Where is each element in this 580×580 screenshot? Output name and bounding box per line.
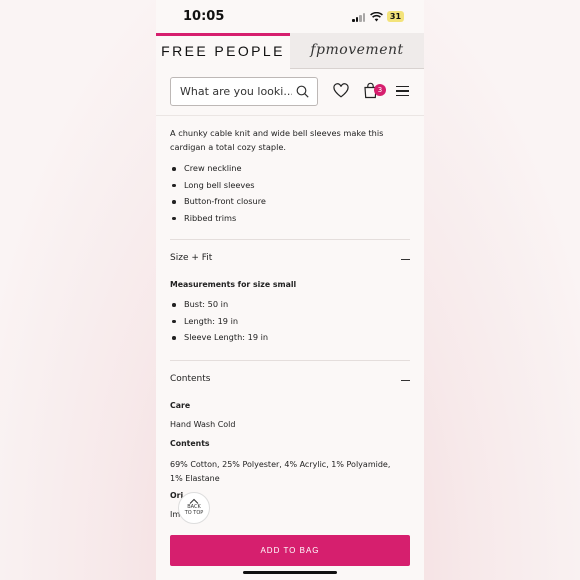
wifi-icon — [370, 12, 383, 22]
status-time: 10:05 — [183, 9, 225, 24]
add-to-bag-button[interactable]: ADD TO BAG — [170, 535, 410, 566]
contents-value: 69% Cotton, 25% Polyester, 4% Acrylic, 1… — [170, 460, 391, 483]
list-item: Crew neckline — [170, 160, 266, 177]
size-fit-title: Size + Fit — [170, 253, 213, 263]
contents-header[interactable]: Contents — [170, 374, 410, 388]
brand-tabs: FREE PEOPLE fpmovement — [156, 33, 424, 69]
feature-list: Crew neckline Long bell sleeves Button-f… — [170, 160, 266, 226]
tab-free-people[interactable]: FREE PEOPLE — [156, 33, 290, 68]
contents-label: Contents — [170, 439, 210, 448]
heart-icon[interactable] — [333, 83, 349, 98]
tab-fp-movement[interactable]: fpmovement — [290, 33, 424, 69]
cart-count-badge: 3 — [374, 84, 386, 96]
list-item: Bust: 50 in — [170, 296, 268, 313]
list-item: Length: 19 in — [170, 313, 268, 330]
list-item: Button-front closure — [170, 193, 266, 210]
status-bar: 10:05 31 — [156, 0, 424, 33]
divider — [170, 239, 410, 240]
battery-icon: 31 — [387, 11, 404, 22]
care-label: Care — [170, 401, 191, 410]
search-icon[interactable] — [296, 85, 309, 98]
list-item: Long bell sleeves — [170, 177, 266, 194]
collapse-icon[interactable] — [401, 380, 410, 382]
back-to-top-label: TO TOP — [184, 510, 204, 516]
care-value: Hand Wash Cold — [170, 420, 236, 429]
search-input[interactable] — [180, 83, 292, 100]
header-toolbar: 3 — [156, 69, 424, 116]
measurements-title: Measurements for size small — [170, 280, 297, 289]
hamburger-menu-icon[interactable] — [396, 86, 409, 97]
search-box[interactable] — [170, 77, 318, 106]
collapse-icon[interactable] — [401, 259, 410, 261]
list-item: Sleeve Length: 19 in — [170, 329, 268, 346]
size-fit-header[interactable]: Size + Fit — [170, 253, 410, 267]
product-description: A chunky cable knit and wide bell sleeve… — [170, 128, 384, 152]
measurements-list: Bust: 50 in Length: 19 in Sleeve Length:… — [170, 296, 268, 346]
cellular-signal-icon — [352, 13, 366, 22]
contents-title: Contents — [170, 374, 211, 384]
back-to-top-button[interactable]: BACK TO TOP — [178, 492, 210, 524]
home-indicator — [243, 571, 337, 574]
divider — [170, 360, 410, 361]
list-item: Ribbed trims — [170, 210, 266, 227]
